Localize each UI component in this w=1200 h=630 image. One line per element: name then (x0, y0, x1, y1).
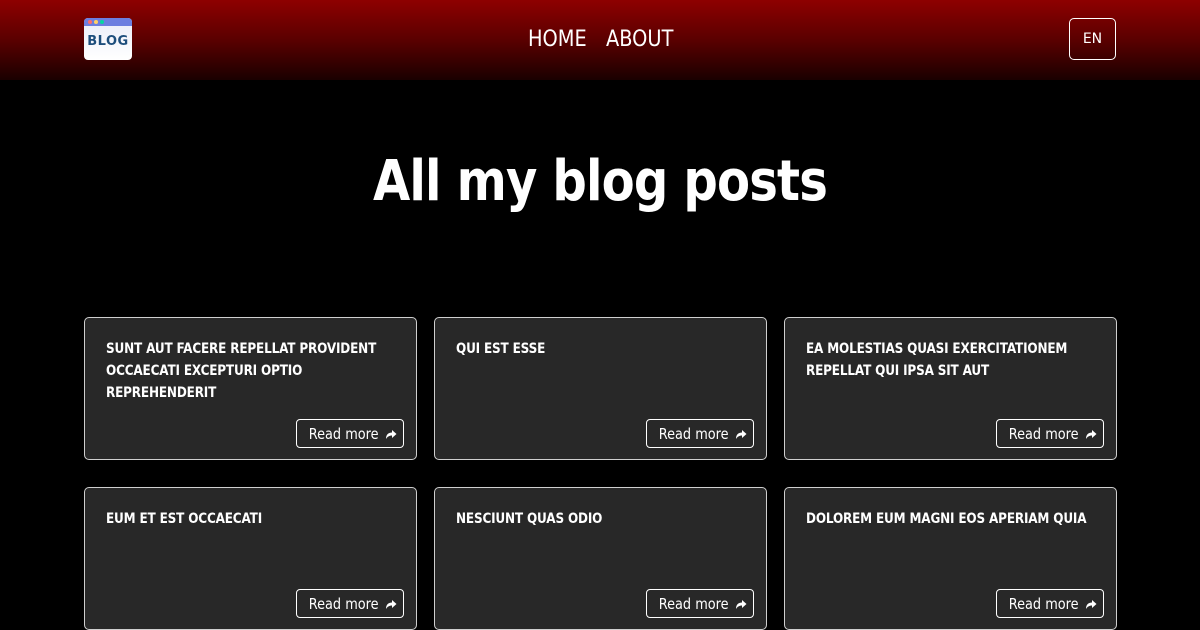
read-more-label: Read more (659, 424, 729, 443)
read-more-button[interactable]: Read more (996, 419, 1104, 448)
language-button[interactable]: EN (1069, 18, 1116, 60)
read-more-button[interactable]: Read more (646, 419, 754, 448)
blog-logo[interactable]: BLOG (84, 18, 132, 60)
post-card: ea molestias quasi exercitationem repell… (784, 317, 1117, 460)
read-more-label: Read more (1009, 424, 1079, 443)
post-title: qui est esse (456, 341, 546, 357)
post-card: dolorem eum magni eos aperiam quia Read … (784, 487, 1117, 630)
main-nav: HOME ABOUT (528, 24, 673, 58)
site-header: BLOG HOME ABOUT EN (0, 0, 1200, 80)
post-card: nesciunt quas odio Read more (434, 487, 767, 630)
share-arrow-icon (1085, 599, 1097, 609)
read-more-button[interactable]: Read more (646, 589, 754, 618)
share-arrow-icon (1085, 429, 1097, 439)
read-more-label: Read more (309, 594, 379, 613)
logo-text: BLOG (87, 34, 129, 49)
post-title: nesciunt quas odio (456, 511, 603, 527)
share-arrow-icon (735, 599, 747, 609)
post-title: dolorem eum magni eos aperiam quia (806, 511, 1087, 527)
post-card: sunt aut facere repellat provident occae… (84, 317, 417, 460)
nav-home-link[interactable]: HOME (528, 24, 587, 58)
read-more-button[interactable]: Read more (296, 419, 404, 448)
post-title: eum et est occaecati (106, 511, 263, 527)
read-more-button[interactable]: Read more (296, 589, 404, 618)
logo-dot-yellow (94, 20, 98, 24)
logo-dot-green (100, 20, 104, 24)
share-arrow-icon (735, 429, 747, 439)
post-card: qui est esse Read more (434, 317, 767, 460)
read-more-label: Read more (659, 594, 729, 613)
share-arrow-icon (385, 429, 397, 439)
share-arrow-icon (385, 599, 397, 609)
nav-about-link[interactable]: ABOUT (606, 24, 673, 58)
page-title: All my blog posts (373, 149, 828, 214)
post-title: sunt aut facere repellat provident occae… (106, 341, 377, 401)
read-more-label: Read more (1009, 594, 1079, 613)
read-more-label: Read more (309, 424, 379, 443)
post-title: ea molestias quasi exercitationem repell… (806, 341, 1068, 379)
read-more-button[interactable]: Read more (996, 589, 1104, 618)
logo-dot-red (88, 20, 92, 24)
post-card: eum et est occaecati Read more (84, 487, 417, 630)
